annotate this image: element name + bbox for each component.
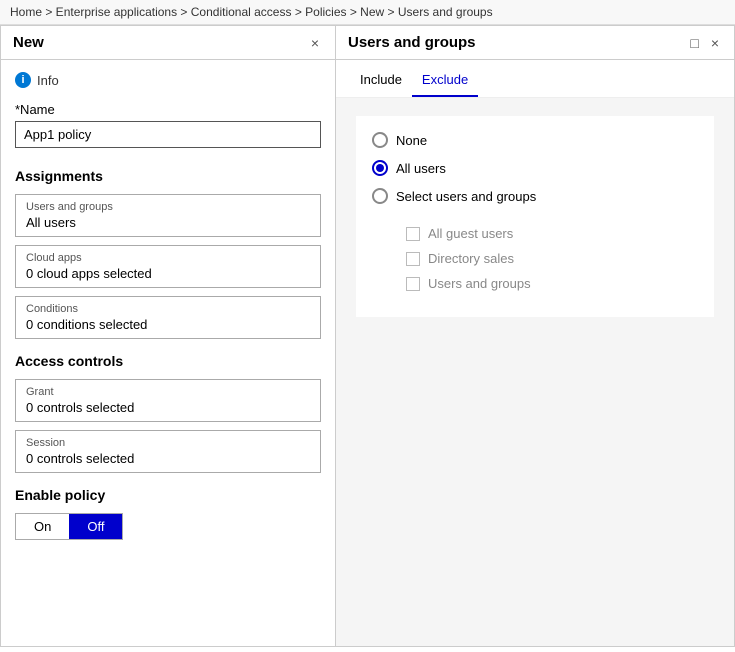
radio-select-users-label: Select users and groups bbox=[396, 189, 536, 204]
radio-select-users[interactable]: Select users and groups bbox=[372, 188, 698, 204]
right-panel: Users and groups □ × Include Exclude Non… bbox=[336, 26, 734, 646]
checkbox-directory-sales-box bbox=[406, 252, 420, 266]
toggle-off-button[interactable]: Off bbox=[69, 514, 122, 539]
grant-value: 0 controls selected bbox=[26, 400, 310, 415]
conditions-box[interactable]: Conditions 0 conditions selected bbox=[15, 296, 321, 339]
right-panel-actions: □ × bbox=[687, 35, 722, 51]
info-label: Info bbox=[37, 73, 59, 88]
enable-policy-label: Enable policy bbox=[15, 487, 321, 503]
breadcrumb-bar: Home > Enterprise applications > Conditi… bbox=[0, 0, 735, 25]
checkbox-directory-sales-label: Directory sales bbox=[428, 251, 514, 266]
grant-label: Grant bbox=[26, 386, 310, 398]
users-and-groups-value: All users bbox=[26, 215, 310, 230]
radio-none-label: None bbox=[396, 133, 427, 148]
conditions-label: Conditions bbox=[26, 303, 310, 315]
access-controls-title: Access controls bbox=[15, 353, 321, 369]
tabs-container: Include Exclude bbox=[336, 60, 734, 98]
cloud-apps-label: Cloud apps bbox=[26, 252, 310, 264]
grant-box[interactable]: Grant 0 controls selected bbox=[15, 379, 321, 422]
left-panel-header: New × bbox=[1, 26, 335, 60]
access-controls-section: Access controls Grant 0 controls selecte… bbox=[15, 353, 321, 473]
maximize-button[interactable]: □ bbox=[687, 35, 701, 51]
radio-group: None All users Select users and groups A bbox=[356, 116, 714, 317]
toggle-on-button[interactable]: On bbox=[16, 514, 69, 539]
checkbox-group: All guest users Directory sales Users an… bbox=[372, 216, 698, 301]
radio-all-users-circle bbox=[372, 160, 388, 176]
info-icon: i bbox=[15, 72, 31, 88]
conditions-value: 0 conditions selected bbox=[26, 317, 310, 332]
cloud-apps-box[interactable]: Cloud apps 0 cloud apps selected bbox=[15, 245, 321, 288]
radio-select-users-circle bbox=[372, 188, 388, 204]
enable-policy-section: Enable policy On Off bbox=[15, 487, 321, 540]
left-panel-body: i Info *Name Assignments Users and group… bbox=[1, 60, 335, 646]
left-panel-title: New bbox=[13, 34, 44, 51]
right-panel-close-button[interactable]: × bbox=[708, 35, 722, 51]
radio-all-users-label: All users bbox=[396, 161, 446, 176]
tab-include[interactable]: Include bbox=[350, 68, 412, 97]
left-panel-close-button[interactable]: × bbox=[307, 35, 323, 51]
checkbox-users-and-groups-label: Users and groups bbox=[428, 276, 531, 291]
assignments-title: Assignments bbox=[15, 168, 321, 184]
left-panel: New × i Info *Name Assignments Users and… bbox=[1, 26, 336, 646]
users-and-groups-box[interactable]: Users and groups All users bbox=[15, 194, 321, 237]
radio-all-users[interactable]: All users bbox=[372, 160, 698, 176]
checkbox-users-and-groups-box bbox=[406, 277, 420, 291]
radio-none[interactable]: None bbox=[372, 132, 698, 148]
users-and-groups-label: Users and groups bbox=[26, 201, 310, 213]
right-panel-body: None All users Select users and groups A bbox=[336, 98, 734, 646]
session-box[interactable]: Session 0 controls selected bbox=[15, 430, 321, 473]
radio-none-circle bbox=[372, 132, 388, 148]
name-label: *Name bbox=[15, 102, 321, 117]
right-panel-title: Users and groups bbox=[348, 34, 476, 51]
session-value: 0 controls selected bbox=[26, 451, 310, 466]
checkbox-all-guest-users-box bbox=[406, 227, 420, 241]
checkbox-all-guest-users[interactable]: All guest users bbox=[406, 226, 688, 241]
checkbox-users-and-groups[interactable]: Users and groups bbox=[406, 276, 688, 291]
tab-exclude[interactable]: Exclude bbox=[412, 68, 478, 97]
cloud-apps-value: 0 cloud apps selected bbox=[26, 266, 310, 281]
right-panel-header: Users and groups □ × bbox=[336, 26, 734, 60]
policy-toggle-group: On Off bbox=[15, 513, 123, 540]
name-input[interactable] bbox=[15, 121, 321, 148]
breadcrumb: Home > Enterprise applications > Conditi… bbox=[10, 5, 493, 19]
session-label: Session bbox=[26, 437, 310, 449]
checkbox-directory-sales[interactable]: Directory sales bbox=[406, 251, 688, 266]
checkbox-all-guest-users-label: All guest users bbox=[428, 226, 513, 241]
info-bar: i Info bbox=[15, 72, 321, 88]
